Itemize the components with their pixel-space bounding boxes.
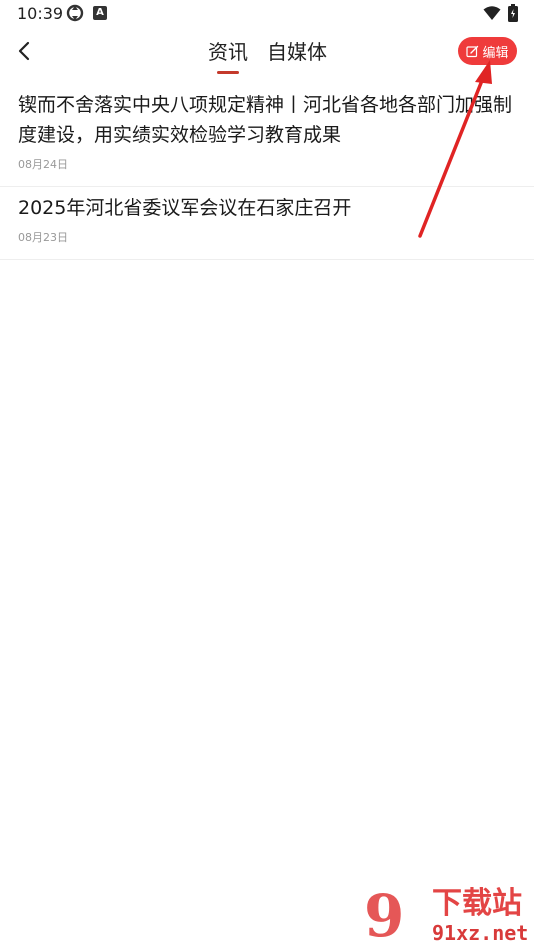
sync-icon: [66, 4, 84, 22]
edit-button-label: 编辑: [482, 45, 509, 61]
tab-news[interactable]: 资讯: [208, 36, 248, 65]
news-title: 锲而不舍落实中央八项规定精神丨河北省各地各部门加强制度建设，用实绩实效检验学习教…: [18, 94, 513, 146]
news-item[interactable]: 锲而不舍落实中央八项规定精神丨河北省各地各部门加强制度建设，用实绩实效检验学习教…: [0, 84, 534, 187]
top-header: 资讯 自媒体 编辑: [0, 28, 534, 84]
news-list: 锲而不舍落实中央八项规定精神丨河北省各地各部门加强制度建设，用实绩实效检验学习教…: [0, 84, 534, 260]
watermark-logo: 9 下载站 91xz.net: [356, 884, 532, 948]
chevron-left-icon: [18, 41, 30, 61]
active-tab-indicator: [217, 71, 239, 74]
a-icon: A: [93, 6, 107, 20]
news-item[interactable]: 2025年河北省委议军会议在石家庄召开 08月23日: [0, 187, 534, 260]
status-time: 10:39: [17, 4, 64, 23]
news-date: 08月24日: [18, 158, 68, 171]
watermark-glyph: 9: [364, 882, 405, 950]
back-button[interactable]: [12, 38, 38, 64]
news-title: 2025年河北省委议军会议在石家庄召开: [18, 197, 352, 219]
tab-media[interactable]: 自媒体: [267, 36, 327, 65]
edit-icon: [466, 45, 479, 57]
wifi-icon: [483, 6, 501, 20]
edit-button[interactable]: 编辑: [458, 37, 517, 65]
battery-icon: [508, 4, 518, 22]
watermark-title: 下载站: [432, 886, 522, 921]
watermark-site: 91xz.net: [432, 921, 529, 945]
news-date: 08月23日: [18, 231, 68, 244]
status-bar: 10:39 A: [0, 0, 534, 28]
